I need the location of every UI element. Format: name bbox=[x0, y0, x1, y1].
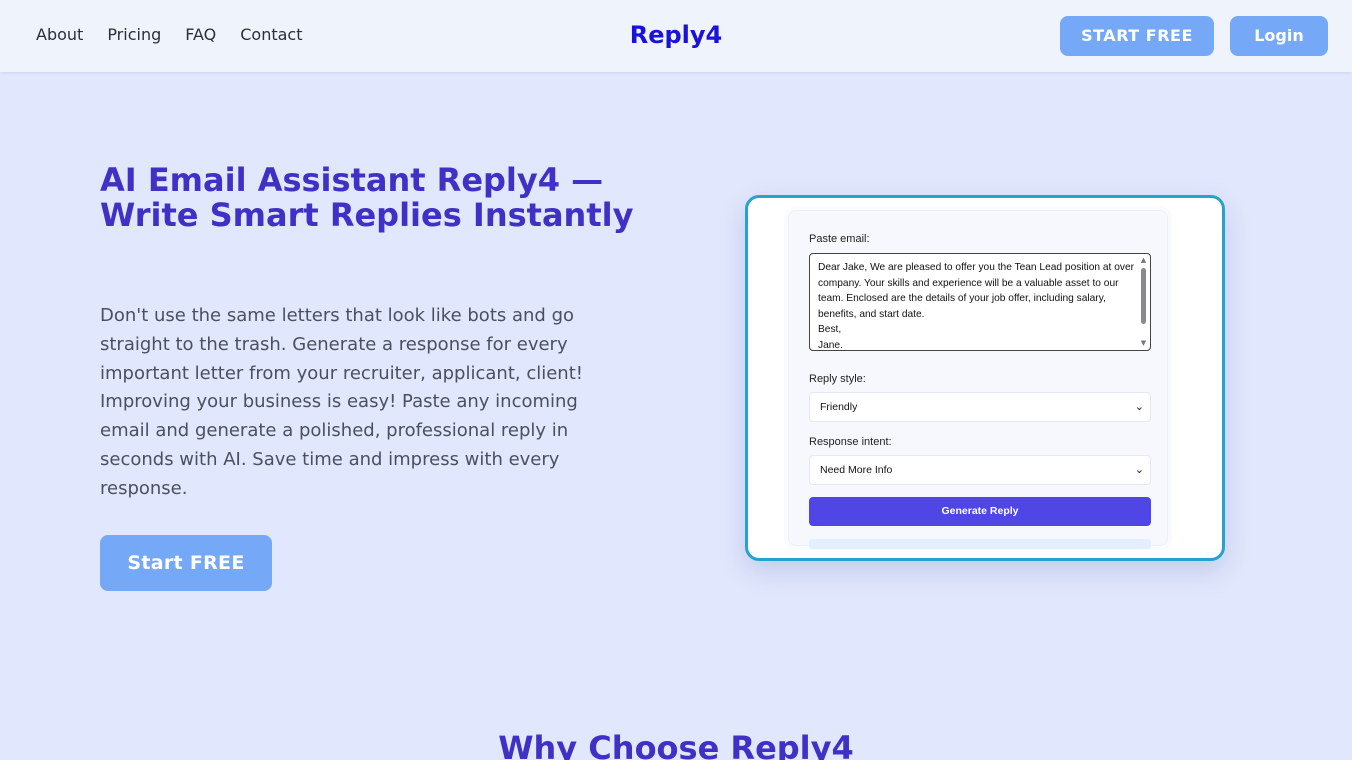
scroll-up-arrow-icon[interactable]: ▲ bbox=[1139, 256, 1148, 265]
demo-card: Paste email: Dear Jake, We are pleased t… bbox=[788, 210, 1168, 549]
nav-link-pricing[interactable]: Pricing bbox=[107, 25, 161, 45]
response-intent-label: Response intent: bbox=[809, 436, 892, 448]
start-free-nav-button[interactable]: START FREE bbox=[1060, 16, 1214, 56]
nav-link-about[interactable]: About bbox=[36, 25, 83, 45]
email-textarea[interactable]: Dear Jake, We are pleased to offer you t… bbox=[809, 253, 1151, 351]
email-textarea-text: Dear Jake, We are pleased to offer you t… bbox=[818, 262, 1135, 351]
generate-reply-button[interactable]: Generate Reply bbox=[809, 497, 1151, 526]
scroll-thumb[interactable] bbox=[1141, 268, 1146, 324]
nav-links: About Pricing FAQ Contact bbox=[36, 25, 327, 45]
scroll-down-arrow-icon[interactable]: ▼ bbox=[1139, 339, 1148, 348]
nav-link-contact[interactable]: Contact bbox=[240, 25, 302, 45]
chevron-down-icon: ⌄ bbox=[1134, 400, 1144, 413]
paste-email-label: Paste email: bbox=[809, 233, 870, 245]
hero-description: Don't use the same letters that look lik… bbox=[100, 305, 583, 499]
reply-style-label: Reply style: bbox=[809, 373, 866, 385]
top-navbar: About Pricing FAQ Contact Reply4 START F… bbox=[0, 0, 1352, 72]
response-intent-value: Need More Info bbox=[820, 464, 893, 476]
hero-start-free-button[interactable]: Start FREE bbox=[100, 535, 272, 591]
nav-link-faq[interactable]: FAQ bbox=[185, 25, 216, 45]
hero-title: AI Email Assistant Reply4 — Write Smart … bbox=[100, 161, 634, 234]
brand-logo[interactable]: Reply4 bbox=[630, 21, 723, 49]
why-choose-heading: Why Choose Reply4 bbox=[498, 729, 854, 760]
login-button[interactable]: Login bbox=[1230, 16, 1328, 56]
response-intent-select[interactable]: Need More Info ⌄ bbox=[809, 455, 1151, 485]
email-scrollbar[interactable]: ▲ ▼ bbox=[1139, 256, 1148, 348]
reply-style-value: Friendly bbox=[820, 401, 858, 413]
reply-style-select[interactable]: Friendly ⌄ bbox=[809, 392, 1151, 422]
chevron-down-icon: ⌄ bbox=[1134, 463, 1144, 476]
reply-output-area bbox=[809, 539, 1151, 549]
demo-preview-frame: Paste email: Dear Jake, We are pleased t… bbox=[745, 195, 1225, 561]
